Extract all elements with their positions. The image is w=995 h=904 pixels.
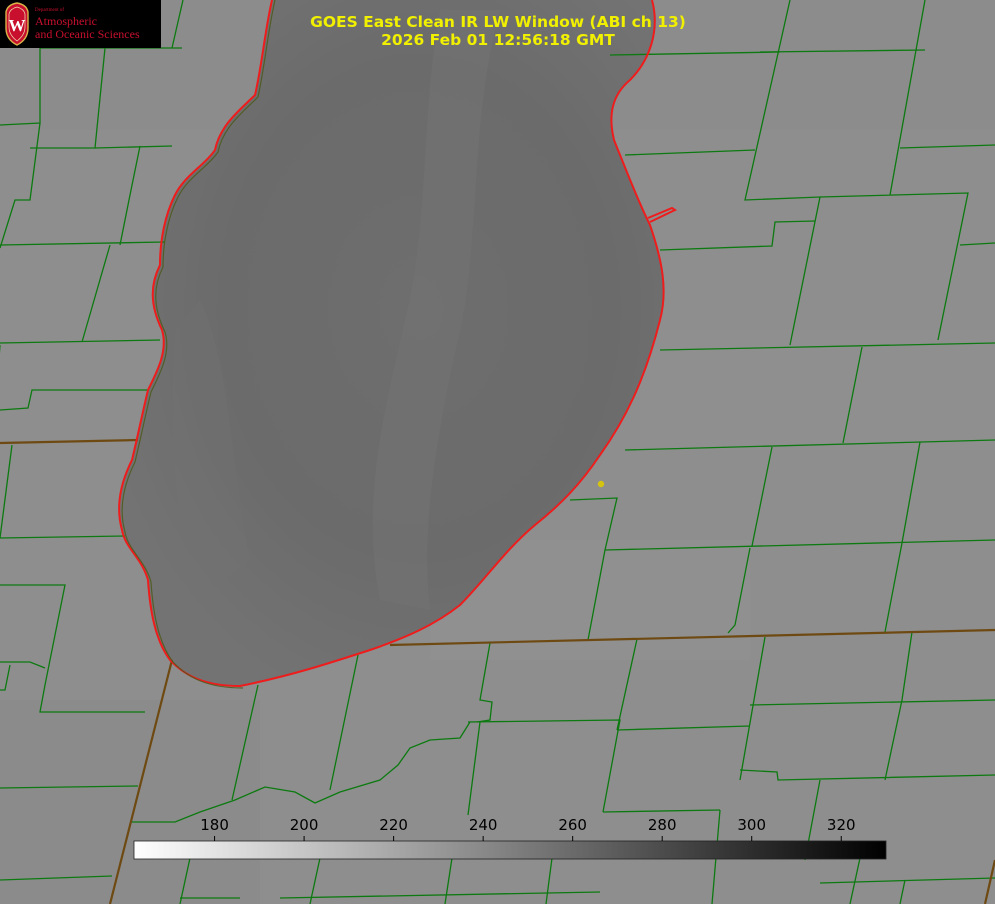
satellite-image-viewer: GOES East Clean IR LW Window (ABI ch 13)… [0,0,995,904]
colorbar-tick-label: 180 [200,816,229,834]
colorbar-tick-label: 280 [648,816,677,834]
colorbar-tick-label: 300 [737,816,766,834]
uw-crest-icon: W [5,2,29,46]
image-title: GOES East Clean IR LW Window (ABI ch 13) [310,13,686,31]
colorbar-tick-label: 200 [290,816,319,834]
colorbar-tick-label: 320 [827,816,856,834]
aos-logo[interactable]: W Department of Atmospheric and Oceanic … [0,0,161,48]
colorbar-gradient [133,840,887,860]
colorbar-tick-label: 260 [558,816,587,834]
location-marker[interactable] [597,480,605,488]
map-canvas[interactable]: GOES East Clean IR LW Window (ABI ch 13)… [0,0,995,904]
crest-letter: W [9,16,26,35]
colorbar-tick-label: 240 [469,816,498,834]
image-timestamp: 2026 Feb 01 12:56:18 GMT [381,31,615,49]
colorbar-tick-label: 220 [379,816,408,834]
logo-dept-text: Department of [35,8,65,13]
logo-line-2: and Oceanic Sciences [35,27,140,41]
